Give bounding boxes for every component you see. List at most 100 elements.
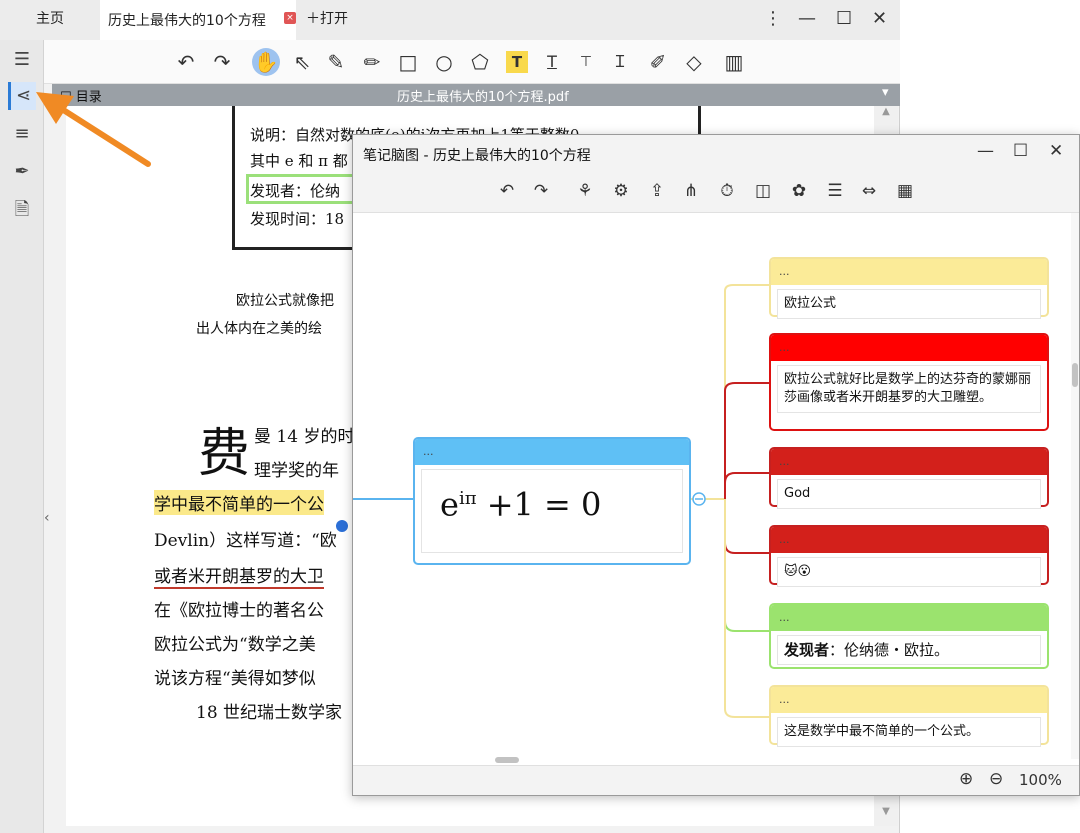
highlighter-icon[interactable]: ✏ — [358, 48, 386, 76]
maximize-button[interactable]: ☐ — [836, 8, 852, 29]
node-header: ... — [415, 439, 689, 465]
node-text: 🐱😮 — [777, 557, 1041, 587]
text-strikeout-icon[interactable]: Ｉ — [606, 48, 634, 76]
markdown-file-icon[interactable]: 🗎 — [8, 196, 36, 224]
pen-underline-icon[interactable]: ✎ — [322, 48, 350, 76]
node-header: ... — [771, 335, 1047, 361]
node-bold-label: 发现者 — [784, 641, 830, 659]
node-header: ... — [771, 259, 1047, 285]
annotation-anchor-dot[interactable] — [336, 520, 348, 532]
caption-line-1: 欧拉公式就像把 — [236, 293, 334, 309]
para-line-2: 理学奖的年 — [254, 461, 339, 481]
node-header: ... — [771, 527, 1047, 553]
fit-width-icon[interactable]: ⇔ — [857, 179, 881, 203]
tab-document-label: 历史上最伟大的10个方程 — [108, 13, 266, 29]
scroll-thumb[interactable] — [1072, 363, 1078, 387]
node-header: ... — [771, 687, 1047, 713]
node-header: ... — [771, 449, 1047, 475]
devlin-line: Devlin）这样写道：“欧 — [154, 531, 337, 551]
formula-rest: +1 = 0 — [486, 485, 602, 524]
para-line-5: 欧拉公式为“数学之美 — [154, 635, 316, 655]
undo-icon[interactable]: ↶ — [172, 48, 200, 76]
pointer-arrow-annotation — [36, 92, 151, 167]
para-line-7: 18 世纪瑞士数学家 — [196, 703, 343, 723]
mindmap-close-button[interactable]: ✕ — [1049, 141, 1063, 161]
node-text: 欧拉公式 — [777, 289, 1041, 319]
box-line-2: 其中 e 和 π 都 — [250, 152, 348, 170]
collapse-sidebar-icon[interactable]: ‹ — [44, 510, 50, 526]
mindmap-horizontal-scroll-thumb[interactable] — [495, 757, 519, 763]
para-line-1: 曼 14 岁的时 — [254, 427, 355, 447]
polygon-icon[interactable]: ⬠ — [466, 48, 494, 76]
close-tab-icon[interactable]: × — [284, 12, 296, 24]
outline-view-icon[interactable]: ☰ — [823, 179, 847, 203]
notes-panel-icon[interactable]: ▥ — [720, 48, 748, 76]
mindmap-node[interactable]: ... 发现者：伦纳德・欧拉。 — [769, 603, 1049, 669]
export-icon[interactable]: ⇪ — [645, 179, 669, 203]
box-line-3: 发现者：伦纳 — [250, 182, 341, 200]
node-header: ... — [771, 605, 1047, 631]
mindmap-canvas[interactable]: ... eiπ +1 = 0 ... 欧拉公式 ... 欧拉公式就好比是数学上的… — [353, 213, 1071, 759]
drop-cap: 费 — [198, 424, 251, 484]
timer-icon[interactable]: ⏱ — [715, 179, 739, 203]
text-highlight-icon[interactable]: T — [506, 51, 528, 73]
caption-line-2: 出人体内在之美的绘 — [196, 321, 322, 337]
mindmap-toolbar: ↶ ↷ ⚘ ⚙ ⇪ ⋔ ⏱ ◫ ✿ ☰ ⇔ ▦ — [353, 171, 1079, 213]
mindmap-node[interactable]: ... God — [769, 447, 1049, 509]
freehand-pen-icon[interactable]: ✐ — [644, 48, 672, 76]
undo-icon[interactable]: ↶ — [495, 179, 519, 203]
para-line-4: 在《欧拉博士的著名公 — [154, 601, 324, 621]
settings-icon[interactable]: ⚙ — [609, 179, 633, 203]
mindmap-node[interactable]: ... 🐱😮 — [769, 525, 1049, 587]
zoom-out-icon[interactable]: ⊖ — [989, 769, 1003, 789]
tab-home[interactable]: 主页 — [36, 8, 64, 28]
mindmap-node[interactable]: ... 欧拉公式就好比是数学上的达芬奇的蒙娜丽莎画像或者米开朗基罗的大卫雕塑。 — [769, 333, 1049, 431]
para-line-6: 说该方程“美得如梦似 — [154, 669, 316, 689]
flower-icon[interactable]: ✿ — [787, 179, 811, 203]
split-view-icon[interactable]: ◫ — [751, 179, 775, 203]
grid-view-icon[interactable]: ▦ — [893, 179, 917, 203]
close-window-button[interactable]: ✕ — [872, 8, 887, 29]
more-menu-icon[interactable]: ⋮ — [764, 8, 782, 29]
open-file-button[interactable]: ＋打开 — [306, 8, 348, 28]
mindmap-title-bar: 笔记脑图 - 历史上最伟大的10个方程 — ☐ ✕ — [353, 135, 1079, 171]
mindmap-root-node[interactable]: ... eiπ +1 = 0 — [413, 437, 691, 565]
box-line-4: 发现时间：18 — [250, 210, 345, 228]
mindmap-vertical-scrollbar[interactable] — [1071, 213, 1079, 759]
node-text: 欧拉公式就好比是数学上的达芬奇的蒙娜丽莎画像或者米开朗基罗的大卫雕塑。 — [777, 365, 1041, 413]
hand-tool-icon[interactable]: ✋ — [252, 48, 280, 76]
mindmap-node[interactable]: ... 这是数学中最不简单的一个公式。 — [769, 685, 1049, 747]
annotation-toolbar: ↶ ↷ ✋ ⇖ ✎ ✏ □ ○ ⬠ T T ⊤ Ｉ ✐ ◇ ▥ — [44, 40, 900, 84]
layout-icon[interactable]: ⋔ — [679, 179, 703, 203]
rectangle-icon[interactable]: □ — [394, 48, 422, 76]
dropdown-arrow-icon[interactable]: ▾ — [882, 85, 889, 100]
minimize-button[interactable]: — — [798, 8, 816, 29]
redo-icon[interactable]: ↷ — [208, 48, 236, 76]
mindmap-maximize-button[interactable]: ☐ — [1013, 141, 1028, 161]
underlined-line: 或者米开朗基罗的大卫 — [154, 562, 324, 589]
tab-bar: 主页 历史上最伟大的10个方程 × ＋打开 ⋮ — ☐ ✕ — [0, 0, 900, 40]
text-underline-icon[interactable]: T — [538, 48, 566, 76]
theme-icon[interactable]: ⚘ — [573, 179, 597, 203]
root-formula: eiπ +1 = 0 — [421, 469, 683, 553]
mindmap-node[interactable]: ... 欧拉公式 — [769, 257, 1049, 319]
zoom-in-icon[interactable]: ⊕ — [959, 769, 973, 789]
formula-base: e — [440, 485, 459, 524]
tab-document[interactable]: 历史上最伟大的10个方程 × — [100, 0, 296, 40]
highlighted-line: 学中最不简单的一个公 — [154, 490, 324, 515]
mindmap-title: 笔记脑图 - 历史上最伟大的10个方程 — [363, 148, 591, 164]
ellipse-icon[interactable]: ○ — [430, 48, 458, 76]
node-text: 这是数学中最不简单的一个公式。 — [777, 717, 1041, 747]
eraser-icon[interactable]: ◇ — [680, 48, 708, 76]
outline-icon[interactable]: ☰ — [8, 46, 36, 74]
node-text: God — [777, 479, 1041, 509]
redo-icon[interactable]: ↷ — [529, 179, 553, 203]
text-box-icon[interactable]: ⊤ — [572, 48, 600, 76]
select-pointer-icon[interactable]: ⇖ — [288, 48, 316, 76]
node-text: 发现者：伦纳德・欧拉。 — [777, 635, 1041, 665]
zoom-level: 100% — [1019, 771, 1062, 789]
mindmap-window: 笔记脑图 - 历史上最伟大的10个方程 — ☐ ✕ ↶ ↷ ⚘ ⚙ ⇪ ⋔ ⏱ … — [352, 134, 1080, 796]
document-header-bar: ☐ 目录 历史上最伟大的10个方程.pdf ▾ — [52, 84, 900, 106]
info-box-right-edge — [698, 106, 701, 136]
mindmap-minimize-button[interactable]: — — [977, 141, 994, 161]
